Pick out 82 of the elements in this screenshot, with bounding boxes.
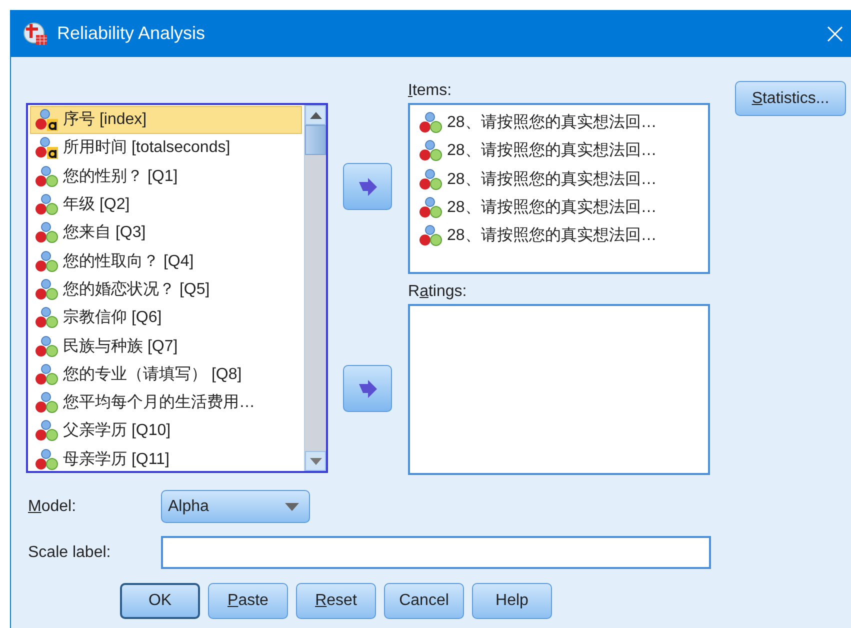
item-label: 28、请按照您的真实想法回… xyxy=(447,170,657,190)
items-listbox[interactable]: 28、请按照您的真实想法回… 28、请按照您的真实想法回… 28、请按照您的真实想法回… 28、请按照您的真实想法回… 28、请按照您的真实想法回… xyxy=(408,103,710,274)
variable-item[interactable]: 您来自 [Q3] xyxy=(30,219,302,248)
variable-label: 您平均每个月的生活费用… xyxy=(63,392,255,414)
dialog-button[interactable]: OK xyxy=(120,583,200,619)
model-value: Alpha xyxy=(168,496,209,516)
window-title: Reliability Analysis xyxy=(57,22,206,45)
nominal-variable-icon xyxy=(35,250,59,273)
statistics-button[interactable]: Statistics... xyxy=(735,81,846,116)
string-variable-icon xyxy=(35,109,59,132)
scale-label: Scale label: xyxy=(28,542,112,562)
item-label: 28、请按照您的真实想法回… xyxy=(447,140,657,162)
variable-label: 您的性别？ [Q1] xyxy=(63,166,178,187)
arrow-icon xyxy=(358,380,378,398)
nominal-variable-icon xyxy=(35,166,59,188)
variable-item[interactable]: 民族与种族 [Q7] xyxy=(30,332,302,361)
scrollbar[interactable] xyxy=(304,105,326,471)
variable-label: 年级 [Q2] xyxy=(63,195,130,216)
caret-icon xyxy=(285,502,299,510)
variable-item[interactable]: 序号 [index] xyxy=(30,106,302,134)
variable-label: 母亲学历 [Q11] xyxy=(63,450,170,470)
item-label: 28、请按照您的真实想法回… xyxy=(447,112,657,134)
nominal-variable-icon xyxy=(419,140,443,162)
variable-label: 所用时间 [totalseconds] xyxy=(63,138,230,158)
nominal-variable-icon xyxy=(35,336,59,358)
items-label: Items: xyxy=(408,81,453,101)
variable-label: 序号 [index] xyxy=(63,110,147,130)
nominal-variable-icon xyxy=(419,197,443,220)
dialog-button[interactable]: Reset xyxy=(296,583,376,619)
item-label: 28、请按照您的真实想法回… xyxy=(447,226,657,246)
nominal-variable-icon xyxy=(419,225,443,248)
item-entry[interactable]: 28、请按照您的真实想法回… xyxy=(414,222,704,250)
dialog-button[interactable]: Paste xyxy=(208,583,288,619)
variable-label: 您来自 [Q3] xyxy=(63,222,146,244)
variable-label: 您的专业（请填写） [Q8] xyxy=(63,364,242,385)
variable-label: 您的性取向？ [Q4] xyxy=(63,252,194,272)
variable-item[interactable]: 您的婚恋状况？ [Q5] xyxy=(30,276,302,304)
variable-item[interactable]: 年级 [Q2] xyxy=(30,190,302,220)
move-to-items-button[interactable] xyxy=(343,163,392,210)
variable-item[interactable]: 您的性别？ [Q1] xyxy=(30,162,302,191)
app-icon xyxy=(23,20,49,46)
nominal-variable-icon xyxy=(35,364,59,386)
ratings-label: Ratings: xyxy=(408,282,468,302)
scroll-up-icon[interactable] xyxy=(310,112,322,118)
variable-label: 您的婚恋状况？ [Q5] xyxy=(63,280,210,300)
nominal-variable-icon xyxy=(35,307,59,330)
arrow-icon xyxy=(358,178,378,196)
variable-item[interactable]: 宗教信仰 [Q6] xyxy=(30,304,302,332)
model-label: Model: xyxy=(28,496,78,516)
string-variable-icon xyxy=(35,137,59,160)
variable-label: 宗教信仰 [Q6] xyxy=(63,308,162,328)
item-entry[interactable]: 28、请按照您的真实想法回… xyxy=(414,137,704,166)
variable-item[interactable]: 所用时间 [totalseconds] xyxy=(30,134,302,163)
variable-item[interactable]: 您的性取向？ [Q4] xyxy=(30,247,302,276)
item-entry[interactable]: 28、请按照您的真实想法回… xyxy=(414,166,704,194)
variable-item[interactable]: 母亲学历 [Q11] xyxy=(30,446,302,471)
nominal-variable-icon xyxy=(35,278,59,301)
variable-label: 父亲学历 [Q10] xyxy=(63,420,171,442)
scroll-thumb[interactable] xyxy=(305,125,326,155)
variable-item[interactable]: 父亲学历 [Q10] xyxy=(30,417,302,446)
scale-label-field[interactable] xyxy=(161,536,711,569)
close-icon[interactable] xyxy=(827,26,843,42)
item-entry[interactable]: 28、请按照您的真实想法回… xyxy=(414,109,704,138)
item-entry[interactable]: 28、请按照您的真实想法回… xyxy=(414,194,704,222)
dialog-button[interactable]: Cancel xyxy=(384,583,464,619)
item-label: 28、请按照您的真实想法回… xyxy=(447,198,657,218)
nominal-variable-icon xyxy=(35,448,59,471)
nominal-variable-icon xyxy=(419,112,443,134)
move-to-ratings-button[interactable] xyxy=(343,365,392,412)
nominal-variable-icon xyxy=(35,420,59,442)
dialog-button[interactable]: Help xyxy=(472,583,552,619)
variable-label: 民族与种族 [Q7] xyxy=(63,336,178,357)
nominal-variable-icon xyxy=(35,392,59,414)
model-dropdown[interactable]: Alpha xyxy=(161,490,310,523)
nominal-variable-icon xyxy=(35,194,59,216)
ratings-listbox[interactable] xyxy=(408,304,710,475)
variable-listbox[interactable]: 序号 [index] 所用时间 [totalseconds] 您的性别？ [Q1] 年级 [Q2] 您来自 [Q3] 您的性取向？ [Q4] 您的婚恋状况？ [Q5] 宗教信仰 [Q6] 民族与种族 [Q7] 您的专业（请填写） [Q8] 您平均每个月的生活费用… 父亲学历 [Q10] 母亲学历 [Q11] xyxy=(26,103,328,473)
scroll-down-icon[interactable] xyxy=(310,458,322,464)
variable-item[interactable]: 您平均每个月的生活费用… xyxy=(30,388,302,418)
nominal-variable-icon xyxy=(35,222,59,244)
nominal-variable-icon xyxy=(419,168,443,191)
variable-item[interactable]: 您的专业（请填写） [Q8] xyxy=(30,360,302,389)
